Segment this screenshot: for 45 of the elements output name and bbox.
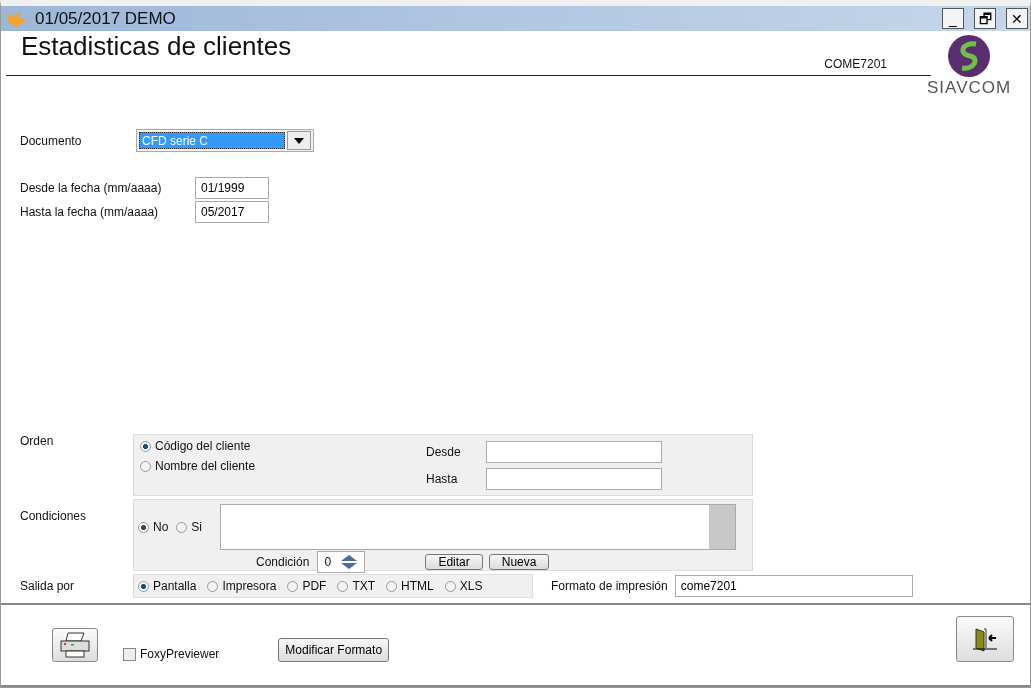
page-title: Estadisticas de clientes [21, 31, 292, 63]
radio-option[interactable]: HTML [386, 579, 434, 593]
radio-option[interactable]: Código del cliente [140, 439, 426, 453]
radio-option[interactable]: Si [176, 504, 202, 550]
date-input[interactable]: 01/1999 [195, 177, 269, 199]
door-arrow-icon [972, 626, 998, 652]
radio-option[interactable]: TXT [337, 579, 376, 593]
field-label: Orden [20, 434, 55, 448]
logo-text: SIAVCOM [927, 78, 1012, 98]
window-control-button[interactable]: ✕ [1006, 8, 1028, 29]
field-label: Desde la fecha (mm/aaaa) [20, 181, 163, 195]
radio-option[interactable]: XLS [444, 579, 483, 593]
field-label: Documento [20, 133, 83, 148]
foxypreviewer-checkbox[interactable]: FoxyPreviewer [123, 647, 220, 661]
printer-icon [58, 631, 92, 659]
window-control-button[interactable]: 🗗 [974, 8, 996, 29]
fox-icon [5, 8, 27, 29]
scrollbar [709, 505, 735, 549]
radio-option[interactable]: PDF [287, 579, 327, 593]
field-label: Formato de impresión [551, 579, 668, 593]
format-input[interactable]: come7201 [674, 575, 913, 597]
window-control-button[interactable]: _ [942, 8, 964, 29]
exit-button[interactable] [956, 616, 1014, 662]
field-label: Salida por [20, 579, 76, 593]
condition-spinner[interactable]: 0 [317, 551, 366, 573]
modify-format-button[interactable]: Modificar Formato [278, 638, 390, 662]
field-label: Condición [256, 555, 310, 569]
input-field[interactable] [486, 467, 662, 490]
action-button[interactable]: Editar [425, 554, 483, 570]
radio-option[interactable]: Nombre del cliente [140, 459, 426, 473]
radio-option[interactable]: Impresora [207, 579, 277, 593]
radio-option[interactable]: No [138, 504, 169, 550]
field-label: Desde [426, 444, 462, 459]
field-label: Condiciones [20, 509, 88, 523]
radio-option[interactable]: Pantalla [138, 579, 197, 593]
date-input[interactable]: 05/2017 [195, 201, 269, 223]
form-code: COME7201 [824, 57, 887, 71]
window-title: 01/05/2017 DEMO [35, 8, 177, 29]
field-label: Hasta [426, 471, 459, 486]
dropdown-button[interactable] [287, 131, 311, 150]
caret-icon [294, 137, 304, 144]
input-field[interactable] [486, 440, 662, 463]
print-button[interactable] [52, 628, 98, 662]
field-label: Hasta la fecha (mm/aaaa) [20, 205, 160, 219]
action-button[interactable]: Nueva [488, 554, 550, 570]
